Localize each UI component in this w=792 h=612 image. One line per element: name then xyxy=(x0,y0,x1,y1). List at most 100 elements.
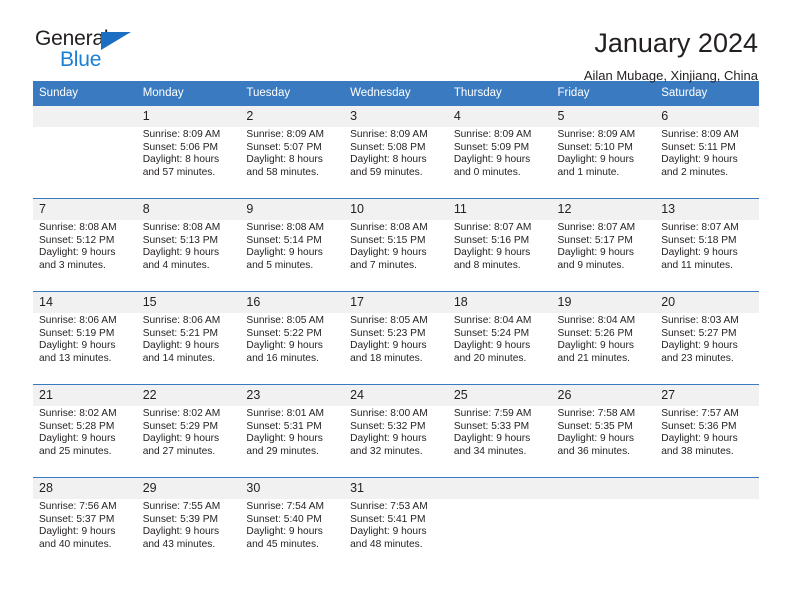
daylight-text-line1: Daylight: 9 hours xyxy=(453,247,531,259)
day-cell[interactable]: Sunrise: 8:07 AM Sunset: 5:18 PM Daylight:… xyxy=(655,220,759,292)
sunrise-text: Sunrise: 7:54 AM xyxy=(246,501,324,512)
day-cell[interactable]: Sunrise: 7:53 AM Sunset: 5:41 PM Daylight:… xyxy=(344,499,448,570)
sunrise-text: Sunrise: 7:56 AM xyxy=(39,501,117,512)
day-number[interactable]: 9 xyxy=(240,198,345,220)
day-cell[interactable]: Sunrise: 8:09 AM Sunset: 5:10 PM Daylight:… xyxy=(551,127,656,199)
calendar-table: Sunday Monday Tuesday Wednesday Thursday… xyxy=(33,81,759,570)
page-title: January 2024 xyxy=(594,28,758,58)
day-cell[interactable]: Sunrise: 7:56 AM Sunset: 5:37 PM Daylight:… xyxy=(33,499,137,570)
day-cell[interactable]: Sunrise: 7:54 AM Sunset: 5:40 PM Daylight:… xyxy=(240,499,345,570)
daylight-text-line1: Daylight: 9 hours xyxy=(557,340,634,352)
sunrise-text: Sunrise: 8:02 AM xyxy=(142,408,221,419)
day-cell[interactable]: Sunrise: 8:05 AM Sunset: 5:22 PM Daylight:… xyxy=(240,313,345,385)
day-number[interactable]: 22 xyxy=(136,384,241,406)
day-number[interactable]: 20 xyxy=(655,291,759,313)
day-number[interactable]: 2 xyxy=(240,106,345,127)
day-cell[interactable]: Sunrise: 8:02 AM Sunset: 5:28 PM Daylight:… xyxy=(33,406,137,478)
day-cell[interactable]: Sunrise: 8:06 AM Sunset: 5:21 PM Daylight:… xyxy=(136,313,241,385)
day-number[interactable]: 27 xyxy=(655,384,759,406)
day-cell[interactable]: Sunrise: 8:03 AM Sunset: 5:27 PM Daylight:… xyxy=(655,313,759,385)
week-date-row: 123456 xyxy=(33,106,759,127)
day-cell[interactable]: Sunrise: 8:01 AM Sunset: 5:31 PM Daylight:… xyxy=(240,406,345,478)
day-number[interactable]: 28 xyxy=(33,477,137,499)
daylight-text-line1: Daylight: 9 hours xyxy=(453,154,531,166)
sunset-text: Sunset: 5:23 PM xyxy=(350,327,426,339)
day-number[interactable]: 25 xyxy=(447,384,552,406)
daylight-text-line1: Daylight: 9 hours xyxy=(39,247,116,259)
week-detail-row: Sunrise: 8:09 AM Sunset: 5:06 PM Daylight:… xyxy=(33,127,759,199)
day-cell[interactable]: Sunrise: 8:08 AM Sunset: 5:15 PM Daylight:… xyxy=(344,220,448,292)
day-number[interactable]: 12 xyxy=(551,198,656,220)
day-number[interactable]: 14 xyxy=(33,291,137,313)
week-detail-row: Sunrise: 8:08 AM Sunset: 5:12 PM Daylight:… xyxy=(33,220,759,292)
day-cell[interactable]: Sunrise: 8:06 AM Sunset: 5:19 PM Daylight:… xyxy=(33,313,137,385)
daylight-text-line2: and 40 minutes. xyxy=(39,538,112,550)
sunset-text: Sunset: 5:37 PM xyxy=(39,513,115,525)
day-number[interactable]: 23 xyxy=(240,384,345,406)
day-number[interactable]: 13 xyxy=(655,198,759,220)
day-number[interactable]: 26 xyxy=(551,384,656,406)
title-block: January 2024 Ailan Mubage, Xinjiang, Chi… xyxy=(584,28,759,83)
day-cell[interactable]: Sunrise: 8:04 AM Sunset: 5:24 PM Daylight:… xyxy=(447,313,552,385)
weekday-header-tuesday: Tuesday xyxy=(240,81,345,106)
daylight-text-line2: and 8 minutes. xyxy=(453,259,521,271)
day-number[interactable]: 21 xyxy=(33,384,137,406)
daylight-text-line1: Daylight: 9 hours xyxy=(142,433,220,445)
day-cell[interactable]: Sunrise: 8:09 AM Sunset: 5:07 PM Daylight:… xyxy=(240,127,345,199)
sunrise-text: Sunrise: 8:08 AM xyxy=(142,222,221,233)
day-number[interactable]: 5 xyxy=(551,106,656,127)
day-cell[interactable]: Sunrise: 8:08 AM Sunset: 5:14 PM Daylight:… xyxy=(240,220,345,292)
day-cell[interactable]: Sunrise: 8:09 AM Sunset: 5:09 PM Daylight:… xyxy=(447,127,552,199)
day-cell-empty xyxy=(33,127,137,199)
day-cell[interactable]: Sunrise: 8:00 AM Sunset: 5:32 PM Daylight:… xyxy=(344,406,448,478)
daylight-text-line1: Daylight: 8 hours xyxy=(246,154,323,166)
daylight-text-line2: and 16 minutes. xyxy=(246,352,319,364)
day-cell[interactable]: Sunrise: 8:09 AM Sunset: 5:08 PM Daylight:… xyxy=(344,127,448,199)
day-cell[interactable]: Sunrise: 8:05 AM Sunset: 5:23 PM Daylight:… xyxy=(344,313,448,385)
day-number[interactable]: 6 xyxy=(655,106,759,127)
daylight-text-line2: and 4 minutes. xyxy=(142,259,210,271)
sunset-text: Sunset: 5:21 PM xyxy=(142,327,219,339)
day-number[interactable]: 3 xyxy=(344,106,448,127)
day-cell[interactable]: Sunrise: 8:08 AM Sunset: 5:12 PM Daylight:… xyxy=(33,220,137,292)
day-number[interactable]: 7 xyxy=(33,198,137,220)
day-cell[interactable]: Sunrise: 7:57 AM Sunset: 5:36 PM Daylight:… xyxy=(655,406,759,478)
day-cell[interactable]: Sunrise: 7:55 AM Sunset: 5:39 PM Daylight:… xyxy=(136,499,241,570)
day-cell[interactable]: Sunrise: 8:02 AM Sunset: 5:29 PM Daylight:… xyxy=(136,406,241,478)
sunrise-text: Sunrise: 8:04 AM xyxy=(557,315,636,326)
day-number[interactable]: 29 xyxy=(136,477,241,499)
day-number[interactable]: 1 xyxy=(136,106,241,127)
daylight-text-line2: and 2 minutes. xyxy=(661,166,729,178)
day-number[interactable]: 24 xyxy=(344,384,448,406)
day-number[interactable]: 31 xyxy=(344,477,448,499)
daylight-text-line1: Daylight: 9 hours xyxy=(39,340,116,352)
day-cell[interactable]: Sunrise: 7:58 AM Sunset: 5:35 PM Daylight:… xyxy=(551,406,656,478)
general-blue-logo: General Blue xyxy=(33,28,165,76)
day-cell[interactable]: Sunrise: 8:04 AM Sunset: 5:26 PM Daylight:… xyxy=(551,313,656,385)
sunrise-text: Sunrise: 8:05 AM xyxy=(246,315,324,326)
day-number[interactable]: 8 xyxy=(136,198,241,220)
day-number[interactable]: 18 xyxy=(447,291,552,313)
day-number[interactable]: 4 xyxy=(447,106,552,127)
sunrise-text: Sunrise: 8:08 AM xyxy=(350,222,428,233)
day-number[interactable]: 15 xyxy=(136,291,241,313)
day-cell[interactable]: Sunrise: 8:09 AM Sunset: 5:11 PM Daylight:… xyxy=(655,127,759,199)
sunrise-text: Sunrise: 8:07 AM xyxy=(661,222,739,233)
day-number[interactable]: 17 xyxy=(344,291,448,313)
day-cell[interactable]: Sunrise: 8:07 AM Sunset: 5:17 PM Daylight:… xyxy=(551,220,656,292)
day-cell[interactable]: Sunrise: 7:59 AM Sunset: 5:33 PM Daylight:… xyxy=(447,406,552,478)
day-number[interactable]: 16 xyxy=(240,291,345,313)
daylight-text-line1: Daylight: 8 hours xyxy=(142,154,220,166)
day-cell[interactable]: Sunrise: 8:09 AM Sunset: 5:06 PM Daylight:… xyxy=(136,127,241,199)
sunset-text: Sunset: 5:27 PM xyxy=(661,327,737,339)
daylight-text-line2: and 59 minutes. xyxy=(350,166,423,178)
day-number[interactable]: 19 xyxy=(551,291,656,313)
day-cell[interactable]: Sunrise: 8:07 AM Sunset: 5:16 PM Daylight:… xyxy=(447,220,552,292)
day-number[interactable]: 11 xyxy=(447,198,552,220)
day-cell[interactable]: Sunrise: 8:08 AM Sunset: 5:13 PM Daylight:… xyxy=(136,220,241,292)
day-number[interactable]: 30 xyxy=(240,477,345,499)
location-subtitle: Ailan Mubage, Xinjiang, China xyxy=(583,68,758,83)
day-number[interactable]: 10 xyxy=(344,198,448,220)
daylight-text-line2: and 25 minutes. xyxy=(39,445,112,457)
day-number-empty xyxy=(655,477,759,499)
